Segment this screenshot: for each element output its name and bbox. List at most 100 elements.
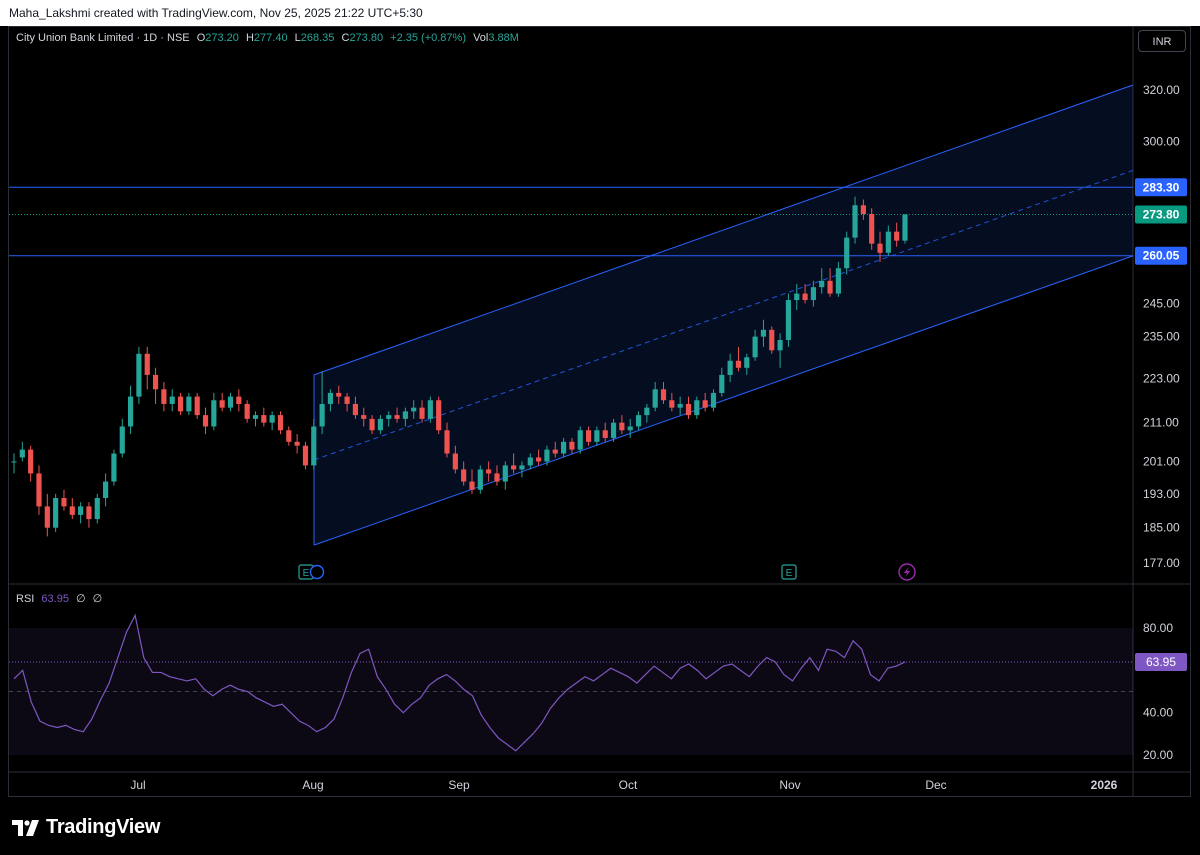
candle-body[interactable] (402, 411, 408, 419)
candle-body[interactable] (785, 300, 792, 341)
candle-body[interactable] (744, 357, 750, 368)
rsi-legend[interactable]: RSI 63.95 ∅ ∅ (16, 592, 102, 605)
candle-body[interactable] (103, 481, 109, 499)
candle-body[interactable] (577, 430, 583, 450)
candle-body[interactable] (336, 392, 342, 397)
candle-body[interactable] (19, 449, 25, 458)
candle-body[interactable] (694, 400, 700, 416)
candle-body[interactable] (261, 415, 267, 423)
candle-body[interactable] (219, 400, 225, 408)
candle-body[interactable] (902, 214, 908, 241)
candle-body[interactable] (869, 213, 875, 244)
candle-body[interactable] (411, 407, 417, 412)
candle-body[interactable] (78, 506, 84, 515)
candle-body[interactable] (585, 430, 592, 442)
candle-body[interactable] (361, 415, 367, 419)
candle-body[interactable] (352, 403, 358, 416)
candle-body[interactable] (194, 396, 200, 416)
candle-body[interactable] (127, 396, 134, 427)
candle-body[interactable] (161, 389, 167, 404)
candle-body[interactable] (810, 287, 816, 301)
candle-body[interactable] (511, 465, 517, 470)
candle-body[interactable] (452, 453, 458, 470)
candle-body[interactable] (294, 441, 300, 446)
tradingview-logo[interactable]: TradingView (12, 816, 160, 839)
candle-body[interactable] (211, 400, 217, 427)
candle-body[interactable] (552, 449, 558, 454)
candle-body[interactable] (236, 396, 242, 404)
candle-body[interactable] (244, 403, 250, 419)
candle-body[interactable] (461, 469, 467, 482)
candle-body[interactable] (11, 461, 17, 463)
candle-body[interactable] (269, 415, 275, 423)
candle-body[interactable] (152, 374, 159, 390)
candle-body[interactable] (685, 403, 692, 416)
candle-body[interactable] (119, 426, 125, 454)
candle-body[interactable] (94, 498, 100, 520)
candle-body[interactable] (660, 389, 667, 401)
candle-body[interactable] (186, 396, 192, 412)
candle-body[interactable] (502, 465, 508, 482)
candle-body[interactable] (386, 415, 392, 419)
candle-body[interactable] (436, 400, 442, 431)
candle-body[interactable] (311, 426, 317, 466)
candle-body[interactable] (877, 243, 883, 253)
candle-body[interactable] (477, 469, 483, 490)
candle-body[interactable] (860, 205, 866, 214)
candle-body[interactable] (202, 415, 209, 427)
candle-body[interactable] (735, 360, 742, 368)
candle-body[interactable] (344, 396, 350, 404)
dividend-icon[interactable] (309, 564, 325, 580)
candle-body[interactable] (536, 457, 542, 462)
candle-body[interactable] (169, 396, 175, 404)
candle-body[interactable] (177, 396, 184, 412)
candle-body[interactable] (652, 389, 658, 408)
candle-body[interactable] (44, 506, 50, 528)
candle-body[interactable] (419, 407, 425, 419)
flash-icon[interactable] (898, 563, 916, 581)
candle-body[interactable] (635, 415, 642, 427)
candle-body[interactable] (777, 340, 783, 351)
candle-body[interactable] (277, 415, 284, 431)
candle-body[interactable] (710, 392, 717, 408)
earnings-icon[interactable]: E (781, 564, 797, 580)
candle-body[interactable] (752, 336, 758, 358)
candle-body[interactable] (669, 400, 675, 408)
candle-body[interactable] (619, 422, 625, 431)
candle-body[interactable] (111, 453, 117, 482)
candle-body[interactable] (802, 293, 808, 301)
candle-body[interactable] (377, 418, 383, 431)
candle-body[interactable] (286, 430, 292, 442)
candle-body[interactable] (144, 353, 150, 375)
candle-body[interactable] (727, 360, 733, 375)
candle-body[interactable] (827, 280, 833, 294)
candle-body[interactable] (769, 329, 775, 351)
candle-body[interactable] (544, 449, 550, 462)
candle-body[interactable] (885, 231, 891, 253)
candle-body[interactable] (819, 280, 825, 288)
candle-body[interactable] (69, 506, 75, 515)
candle-body[interactable] (494, 473, 500, 482)
candle-body[interactable] (469, 481, 475, 490)
candle-body[interactable] (677, 403, 683, 408)
candle-body[interactable] (794, 293, 800, 301)
candle-body[interactable] (136, 353, 142, 397)
candle-body[interactable] (486, 469, 492, 474)
candle-body[interactable] (527, 457, 533, 466)
candle-body[interactable] (594, 430, 600, 442)
candle-body[interactable] (561, 441, 567, 454)
candle-body[interactable] (327, 392, 334, 404)
candle-body[interactable] (369, 418, 375, 431)
candle-body[interactable] (28, 449, 34, 474)
symbol-legend[interactable]: City Union Bank Limited · 1D · NSE O273.… (16, 32, 519, 44)
candle-body[interactable] (252, 415, 259, 419)
candle-body[interactable] (719, 374, 725, 393)
candle-body[interactable] (227, 396, 234, 408)
price-chart[interactable]: 320.00 300.00 245.00 235.00 223.00 211.00 201.… (0, 0, 1200, 855)
candle-body[interactable] (569, 441, 575, 450)
candle-body[interactable] (852, 205, 858, 238)
candle-body[interactable] (302, 445, 309, 466)
candle-body[interactable] (894, 231, 900, 241)
candle-body[interactable] (319, 403, 325, 427)
candle-body[interactable] (53, 498, 59, 528)
